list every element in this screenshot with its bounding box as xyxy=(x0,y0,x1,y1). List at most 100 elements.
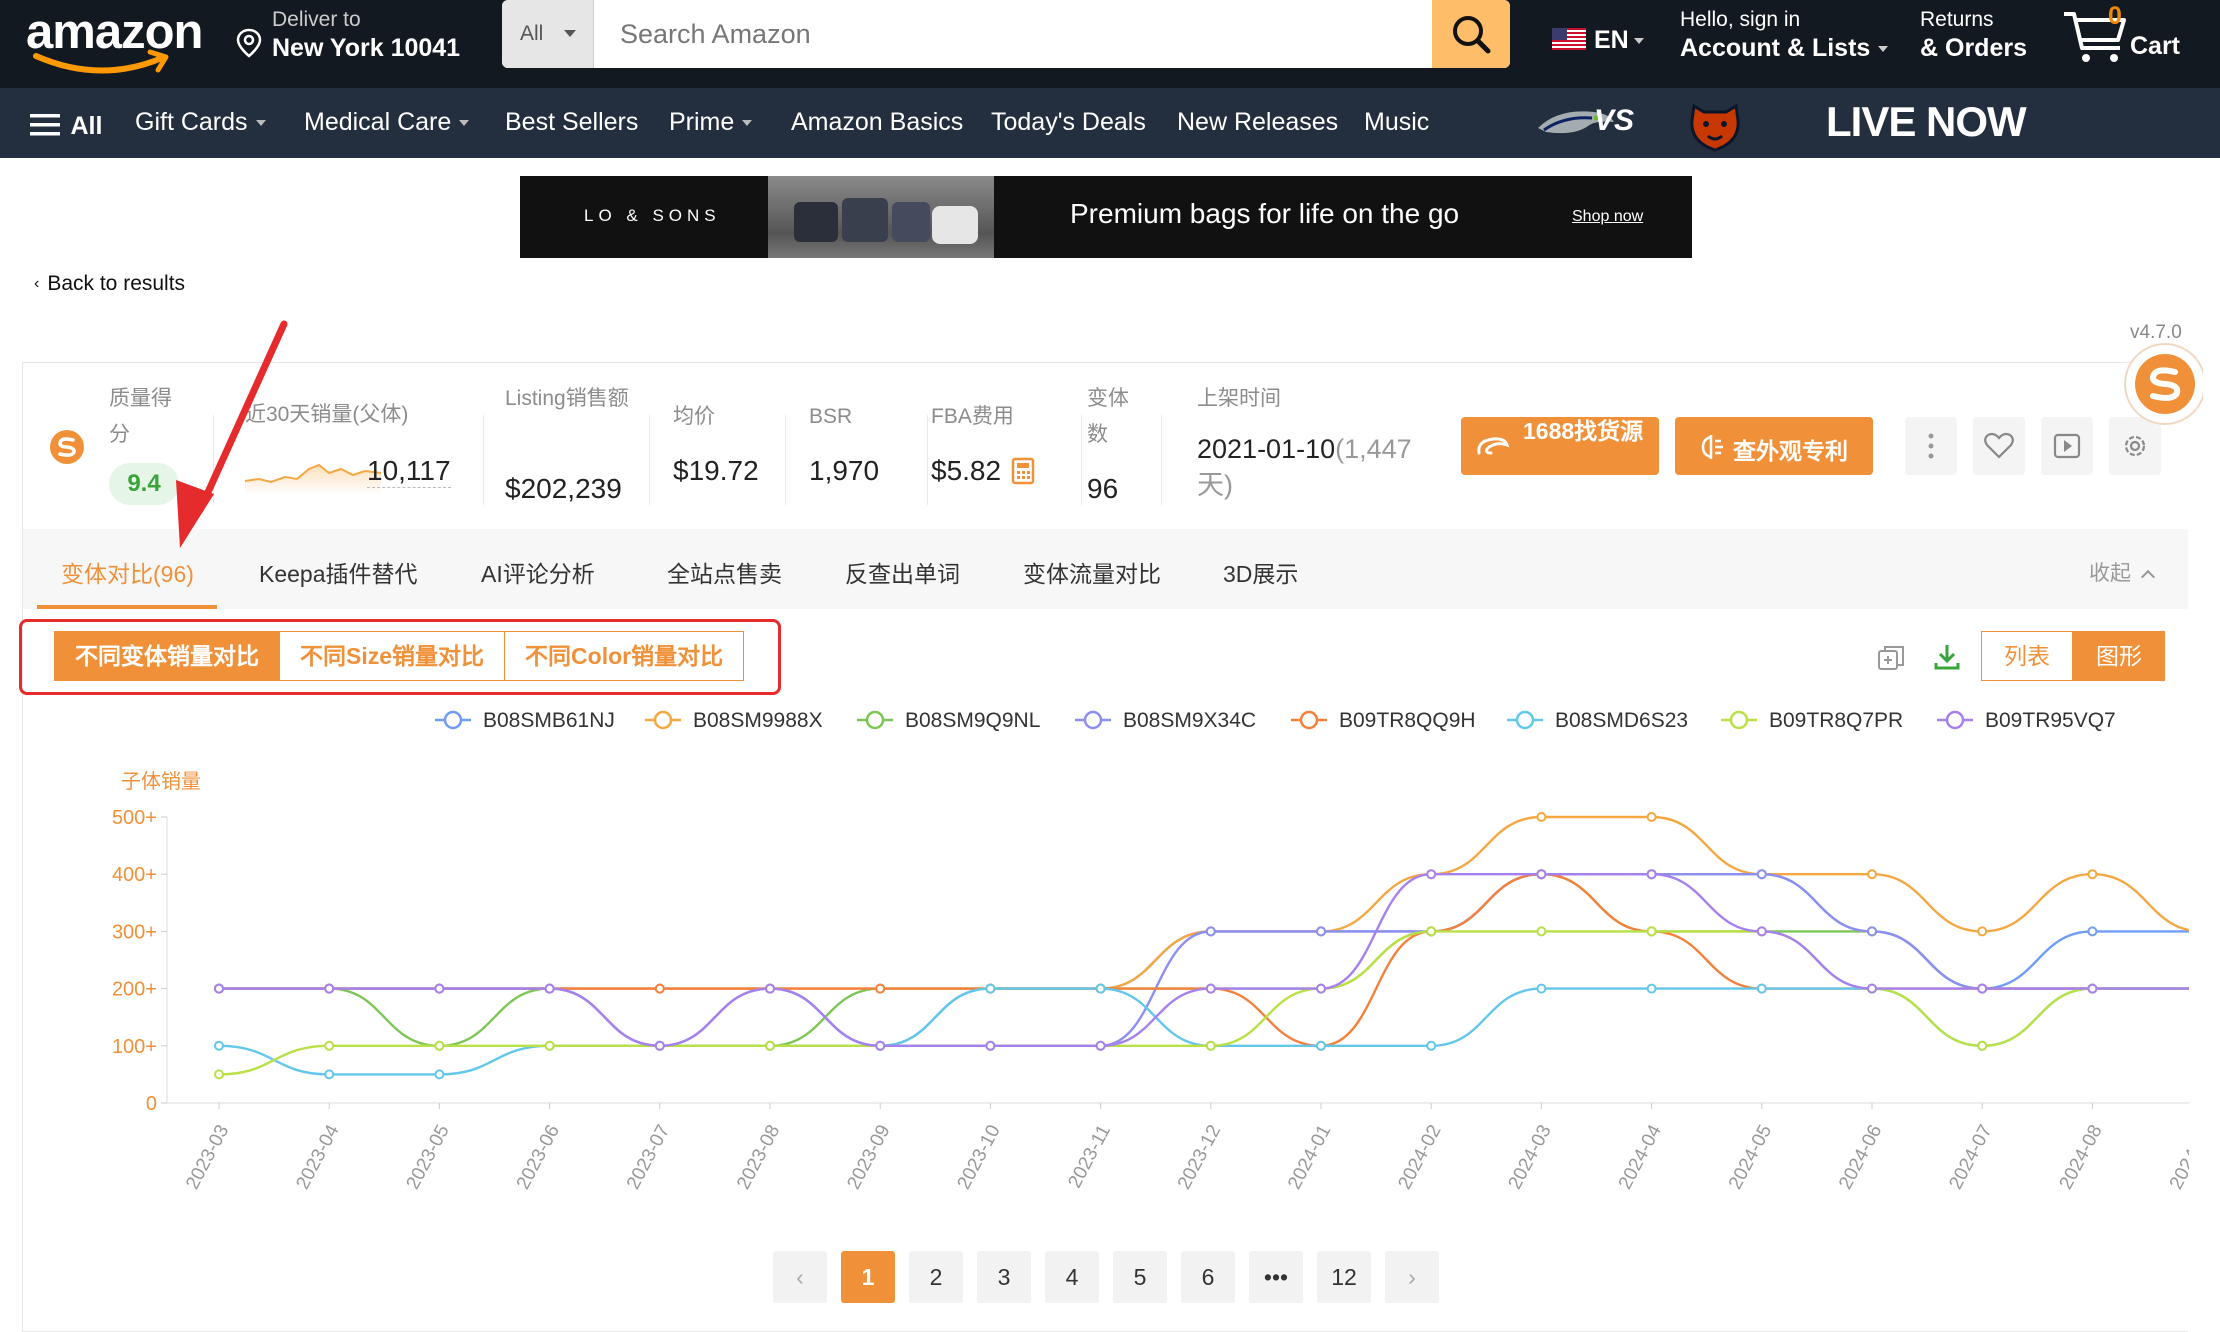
chevron-down-icon xyxy=(564,30,576,37)
chevron-down-icon xyxy=(255,120,266,127)
data-point xyxy=(875,1040,886,1051)
data-point xyxy=(1867,869,1877,880)
data-point xyxy=(324,1069,335,1080)
x-tick-label: 2023-06 xyxy=(513,1121,564,1192)
x-tick-label: 2024-08 xyxy=(2056,1121,2107,1192)
banner-tagline: Premium bags for life on the go xyxy=(1070,198,1460,229)
search-category-label: All xyxy=(520,22,544,45)
data-point xyxy=(324,983,335,994)
next-page-button[interactable]: › xyxy=(1385,1251,1439,1303)
data-point xyxy=(1205,983,1216,994)
data-point xyxy=(1536,926,1547,937)
x-tick-label: 2023-09 xyxy=(843,1121,894,1192)
data-point xyxy=(765,1040,775,1051)
page-button[interactable]: 12 xyxy=(1317,1251,1371,1303)
nav-item-label: Medical Care xyxy=(304,108,452,136)
pagination: ‹ 1 2 3 4 5 6 ••• 12 › xyxy=(773,1251,1453,1303)
all-menu-button[interactable]: All xyxy=(30,112,102,141)
account-menu[interactable]: Hello, sign in Account & Lists xyxy=(1680,6,1889,63)
chevron-left-icon: ‹ xyxy=(34,275,40,292)
nav-item-label: Today's Deals xyxy=(991,108,1146,136)
deliver-line1: Deliver to xyxy=(272,8,361,31)
page-button[interactable]: 5 xyxy=(1113,1251,1167,1303)
data-point xyxy=(1867,926,1877,937)
y-tick-label: 100+ xyxy=(112,1036,157,1058)
banner-shop-now-link[interactable]: Shop now xyxy=(1572,208,1643,226)
nav-item-label: Best Sellers xyxy=(505,108,639,136)
data-point xyxy=(1977,1040,1988,1051)
series-line xyxy=(219,872,2189,1048)
nav-item-gift-cards[interactable]: Gift Cards xyxy=(135,108,266,137)
chevron-down-icon xyxy=(459,120,470,127)
data-point xyxy=(654,983,665,994)
nav-item-medical-care[interactable]: Medical Care xyxy=(304,108,470,137)
data-point xyxy=(1536,869,1547,880)
back-to-results-link[interactable]: ‹ Back to results xyxy=(34,272,185,296)
page-ellipsis[interactable]: ••• xyxy=(1249,1251,1303,1303)
series-line xyxy=(218,930,2189,1076)
data-point xyxy=(765,983,775,994)
page-button[interactable]: 3 xyxy=(977,1251,1031,1303)
amazon-logo[interactable]: amazon xyxy=(26,4,206,76)
y-tick-label: 200+ xyxy=(112,979,157,1001)
data-point xyxy=(1536,983,1547,994)
x-tick-label: 2024-07 xyxy=(1945,1121,1996,1192)
data-point xyxy=(985,983,996,994)
data-point xyxy=(434,983,445,994)
page-button[interactable]: 6 xyxy=(1181,1251,1235,1303)
nav-item-amazon-basics[interactable]: Amazon Basics xyxy=(791,108,963,137)
data-point xyxy=(1646,869,1657,880)
chevron-down-icon xyxy=(742,120,753,127)
x-tick-label: 2023-08 xyxy=(733,1121,784,1192)
data-point xyxy=(1646,983,1657,994)
page-button[interactable]: 1 xyxy=(841,1251,895,1303)
variant-sales-chart: 子体销量 0 100+ 200+ 300+ 400+ 500+ 2023-03 2023-04 2… xyxy=(112,770,2189,1193)
nav-item-label: Prime xyxy=(669,108,735,136)
data-point xyxy=(1977,926,1988,937)
prev-page-button[interactable]: ‹ xyxy=(773,1251,827,1303)
bears-logo-icon[interactable] xyxy=(1684,96,1746,154)
search-bar: All xyxy=(502,0,1510,68)
back-label: Back to results xyxy=(47,272,186,295)
series-line xyxy=(219,872,2189,1048)
y-tick-label: 300+ xyxy=(112,921,157,943)
plugin-panel: 质量得分 9.4 近30天销量(父体) 10,117 Listing销售额 $2… xyxy=(19,343,2203,1332)
search-button[interactable] xyxy=(1432,0,1510,68)
live-now-promo[interactable]: LIVE NOW xyxy=(1826,98,2027,146)
search-input[interactable] xyxy=(594,0,1432,68)
x-tick-label: 2024-04 xyxy=(1615,1121,1666,1193)
data-point xyxy=(2087,869,2098,880)
nav-item-new-releases[interactable]: New Releases xyxy=(1177,108,1338,137)
data-point xyxy=(1316,983,1326,994)
data-point xyxy=(2087,983,2098,994)
x-tick-label: 2023-03 xyxy=(182,1121,233,1192)
nav-item-prime[interactable]: Prime xyxy=(669,108,753,137)
series-line xyxy=(219,815,2189,990)
cart-button[interactable]: 0 Cart xyxy=(2060,2,2190,72)
search-category-select[interactable]: All xyxy=(502,0,594,68)
data-point xyxy=(1316,1040,1326,1051)
returns-orders[interactable]: Returns & Orders xyxy=(1920,6,2027,63)
all-menu-label: All xyxy=(70,112,103,140)
nav-item-music[interactable]: Music xyxy=(1364,108,1429,137)
x-tick-label: 2023-10 xyxy=(954,1121,1005,1192)
series-line xyxy=(219,872,2189,1048)
search-icon xyxy=(1453,16,1491,54)
nav-item-todays-deals[interactable]: Today's Deals xyxy=(991,108,1146,137)
data-point xyxy=(1756,869,1767,880)
chevron-down-icon xyxy=(1634,38,1644,44)
page-button[interactable]: 4 xyxy=(1045,1251,1099,1303)
account-line1: Hello, sign in xyxy=(1680,8,1801,31)
data-point xyxy=(544,983,555,994)
nav-item-label: Amazon Basics xyxy=(791,108,964,136)
page-button[interactable]: 2 xyxy=(909,1251,963,1303)
series-line xyxy=(218,987,2189,1076)
data-point xyxy=(875,983,886,994)
data-point xyxy=(1095,1040,1106,1051)
data-point xyxy=(1426,869,1437,880)
x-tick-label: 2023-12 xyxy=(1174,1121,1225,1192)
y-tick-label: 0 xyxy=(146,1093,157,1115)
nav-item-best-sellers[interactable]: Best Sellers xyxy=(505,108,638,137)
x-tick-label: 2024-09 xyxy=(2166,1121,2189,1192)
sponsored-banner[interactable]: LO & SONS Premium bags for life on the g… xyxy=(520,176,1692,258)
